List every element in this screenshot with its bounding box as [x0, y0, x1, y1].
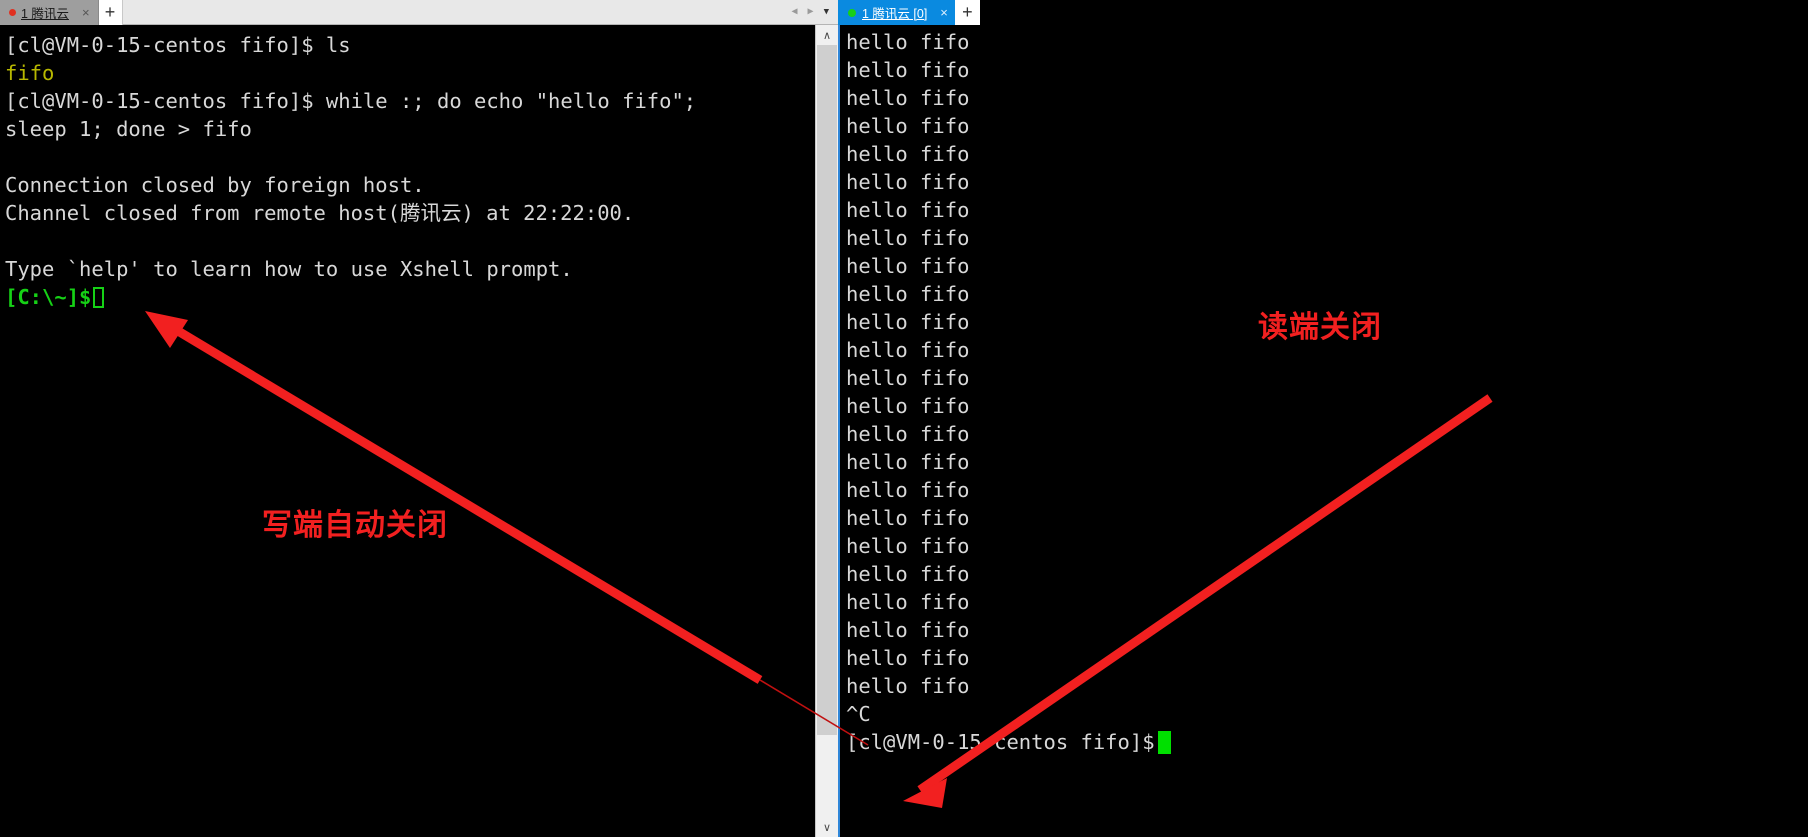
tab-nav-controls: ◀ ▶ ▼ [787, 0, 838, 24]
right-terminal-output[interactable]: hello fifo hello fifo hello fifo hello fifo… [838, 25, 1808, 837]
left-terminal-output[interactable]: [cl@VM-0-15-centos fifo]$ ls fifo [cl@VM… [0, 25, 815, 837]
tab-bar-filler [979, 0, 1808, 25]
terminal-line: Channel closed from remote host(腾讯云) at … [5, 201, 635, 225]
new-tab-button[interactable]: + [954, 0, 980, 25]
right-terminal-window: 1 腾讯云 [0] × + hello fifo hello fifo hello … [838, 0, 1808, 837]
right-tab-bar: 1 腾讯云 [0] × + [838, 0, 1808, 25]
xshell-window: 1 腾讯云 × + ◀ ▶ ▼ [cl@VM-0-15-centos fifo]… [0, 0, 1808, 837]
terminal-line: hello fifo [846, 422, 970, 446]
terminal-line: hello fifo [846, 534, 970, 558]
terminal-line: hello fifo [846, 478, 970, 502]
terminal-line: hello fifo [846, 450, 970, 474]
terminal-line: hello fifo [846, 366, 970, 390]
terminal-line: hello fifo [846, 618, 970, 642]
terminal-prompt-line: [cl@VM-0-15-centos fifo]$ [846, 728, 1808, 756]
new-tab-button[interactable]: + [98, 0, 123, 25]
terminal-line: hello fifo [846, 170, 970, 194]
text-cursor [1157, 731, 1171, 754]
tab-status-dot-icon [848, 8, 856, 17]
terminal-line: fifo [5, 61, 55, 85]
scrollbar-thumb[interactable] [817, 45, 837, 735]
next-tab-icon[interactable]: ▶ [808, 7, 814, 17]
tab-label: 1 腾讯云 [0] [862, 7, 928, 21]
terminal-prompt-line: [C:\~]$ [5, 283, 815, 311]
tab-status-dot-icon [9, 9, 16, 16]
close-icon[interactable]: × [940, 6, 948, 19]
annotation-read-end-label: 读端关闭 [1258, 311, 1382, 344]
terminal-line: Type `help' to learn how to use Xshell p… [5, 257, 573, 281]
left-scrollbar[interactable]: ∧ ∨ [815, 25, 838, 837]
scroll-down-icon[interactable]: ∨ [816, 817, 838, 837]
terminal-line: hello fifo [846, 562, 970, 586]
terminal-line: [cl@VM-0-15-centos fifo]$ ls [5, 33, 351, 57]
text-cursor [93, 287, 105, 308]
terminal-line: hello fifo [846, 58, 970, 82]
tab-tencent-cloud-right[interactable]: 1 腾讯云 [0] × [838, 0, 955, 25]
terminal-line: hello fifo [846, 86, 970, 110]
terminal-line: ^C [846, 702, 871, 726]
terminal-line: hello fifo [846, 30, 970, 54]
terminal-line: [cl@VM-0-15-centos fifo]$ while :; do ec… [5, 89, 697, 113]
terminal-line: hello fifo [846, 590, 970, 614]
tab-bar-filler [122, 0, 788, 24]
tab-list-dropdown-icon[interactable]: ▼ [824, 7, 829, 17]
tab-label: 1 腾讯云 [21, 7, 69, 21]
prompt-text: [cl@VM-0-15-centos fifo]$ [846, 730, 1155, 754]
terminal-line: hello fifo [846, 674, 970, 698]
terminal-line: hello fifo [846, 114, 970, 138]
terminal-line: hello fifo [846, 142, 970, 166]
prompt-text: [C:\~]$ [5, 285, 92, 309]
terminal-line: hello fifo [846, 506, 970, 530]
terminal-line: hello fifo [846, 394, 970, 418]
annotation-write-end-label: 写端自动关闭 [262, 509, 448, 542]
terminal-line: hello fifo [846, 226, 970, 250]
terminal-line: sleep 1; done > fifo [5, 117, 252, 141]
left-terminal-window: 1 腾讯云 × + ◀ ▶ ▼ [cl@VM-0-15-centos fifo]… [0, 0, 838, 837]
terminal-line: hello fifo [846, 646, 970, 670]
scroll-up-icon[interactable]: ∧ [816, 25, 838, 45]
terminal-line: hello fifo [846, 198, 970, 222]
terminal-line: hello fifo [846, 254, 970, 278]
tab-tencent-cloud-left[interactable]: 1 腾讯云 × [0, 0, 99, 25]
terminal-line: Connection closed by foreign host. [5, 173, 425, 197]
close-icon[interactable]: × [82, 6, 90, 19]
left-tab-bar: 1 腾讯云 × + ◀ ▶ ▼ [0, 0, 838, 25]
prev-tab-icon[interactable]: ◀ [792, 7, 798, 17]
